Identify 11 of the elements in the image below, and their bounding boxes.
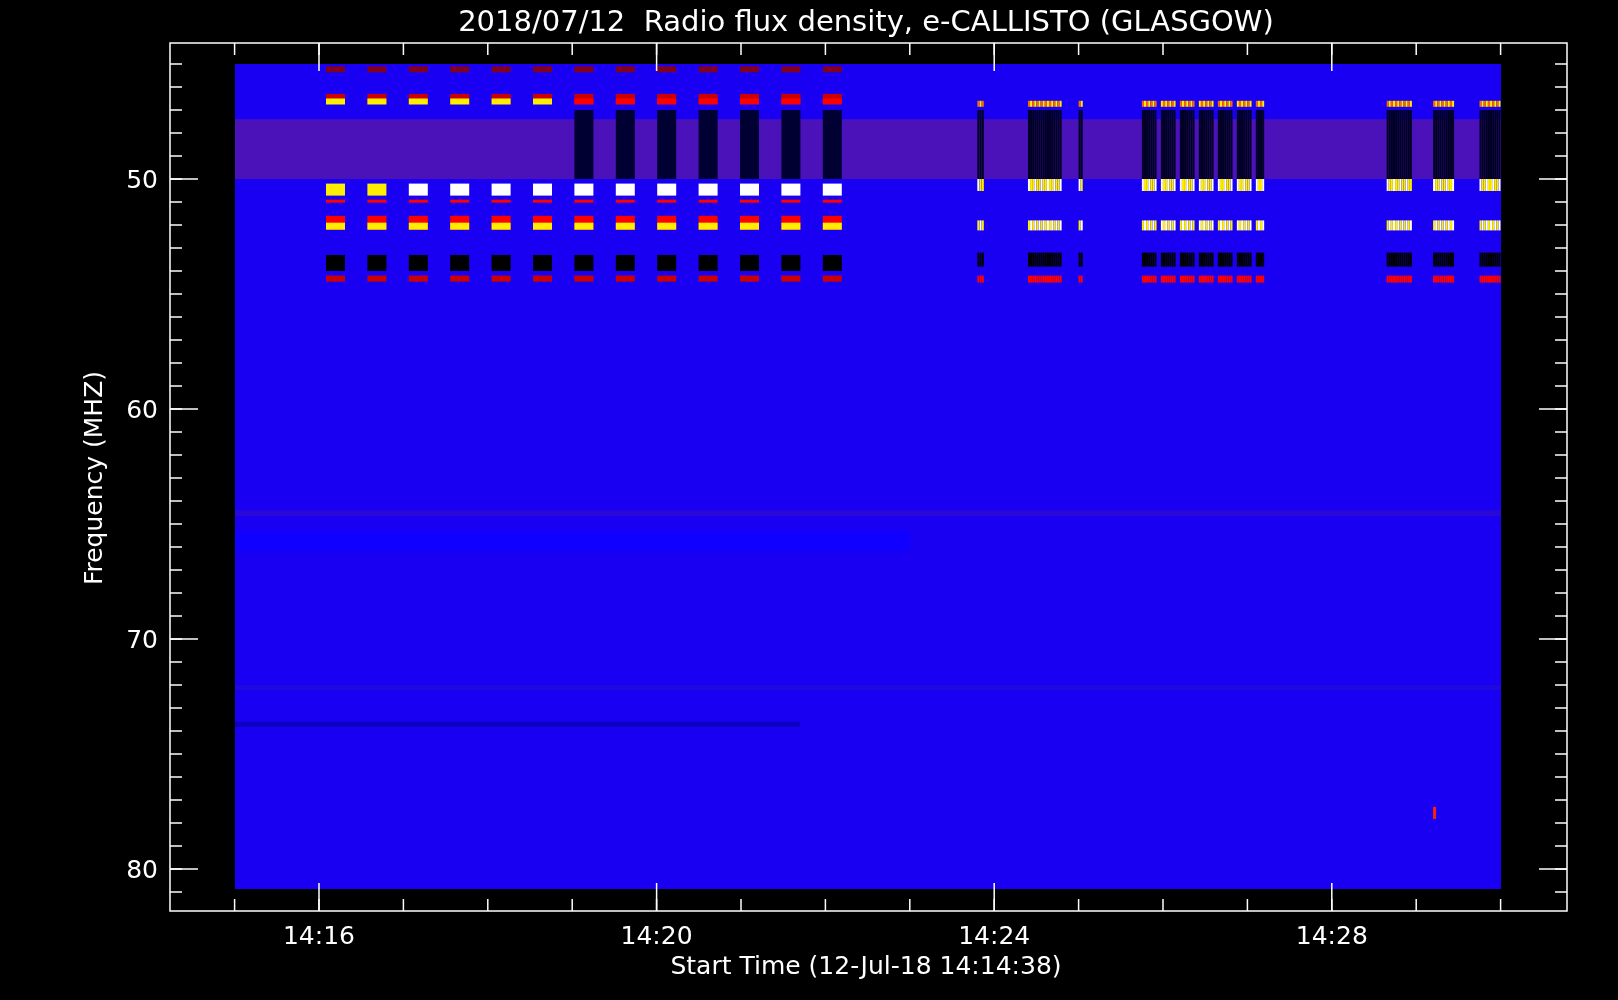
y-tick-label: 50 [126,165,158,194]
x-tick-label: 14:16 [283,921,355,950]
y-tick-label: 60 [126,395,158,424]
x-tick-label: 14:24 [958,921,1031,950]
x-tick-label: 14:20 [620,921,693,950]
y-tick-label: 70 [126,625,158,654]
chart-title: 2018/07/12 Radio flux density, e-CALLISTO (GLASGOW) [458,4,1274,38]
x-axis-label: Start Time (12-Jul-18 14:14:38) [670,951,1062,980]
y-tick-label: 80 [126,855,158,884]
x-tick-label: 14:28 [1295,921,1368,950]
y-axis-label: Frequency (MHZ) [79,370,108,586]
